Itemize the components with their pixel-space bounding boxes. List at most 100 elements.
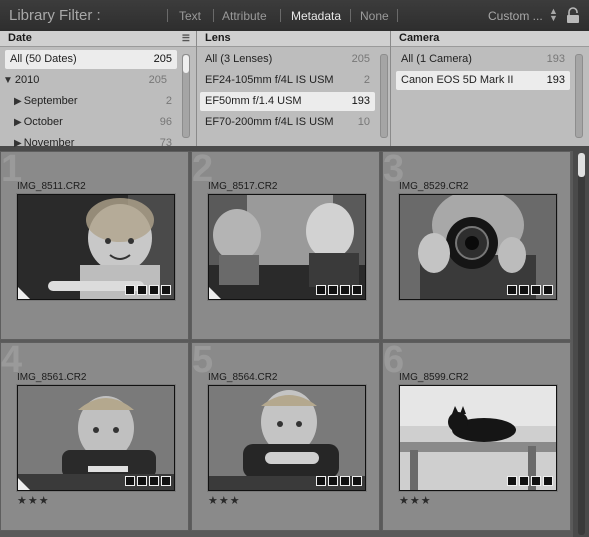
row-label: EF24-105mm f/4L IS USM (205, 74, 334, 86)
date-scrollbar[interactable] (182, 54, 190, 138)
stack-icon[interactable] (507, 285, 517, 295)
crop-icon[interactable] (149, 476, 159, 486)
filter-preset-select[interactable]: Custom ... (488, 9, 543, 23)
date-row-2010[interactable]: ▼ 2010 205 (0, 71, 172, 90)
row-label: All (50 Dates) (10, 53, 77, 65)
grid-cell[interactable]: 3 IMG_8529.CR2 (382, 151, 571, 340)
stack-icon[interactable] (316, 476, 326, 486)
grid-cell[interactable]: 1 IMG_8511.CR2 (0, 151, 189, 340)
scrollbar-thumb[interactable] (183, 55, 189, 73)
crop-icon[interactable] (531, 476, 541, 486)
crop-icon[interactable] (149, 285, 159, 295)
stack-icon[interactable] (125, 285, 135, 295)
develop-icon[interactable] (352, 476, 362, 486)
scrollbar-thumb[interactable] (578, 153, 585, 177)
keyword-icon[interactable] (328, 476, 338, 486)
library-filter-title: Library Filter : (9, 7, 101, 24)
camera-row-all[interactable]: All (1 Camera) 193 (396, 50, 570, 69)
lens-row-ef70-200[interactable]: EF70-200mm f/4L IS USM 10 (200, 113, 375, 132)
keyword-icon[interactable] (137, 285, 147, 295)
row-count: 193 (546, 74, 565, 86)
photo-child-hands (209, 386, 365, 490)
keyword-icon[interactable] (519, 285, 529, 295)
tab-metadata[interactable]: Metadata (291, 9, 341, 23)
row-count: 10 (357, 116, 370, 128)
cell-filename: IMG_8517.CR2 (208, 181, 278, 192)
row-label: Canon EOS 5D Mark II (401, 74, 514, 86)
triangle-right-icon[interactable]: ▶ (14, 117, 22, 128)
camera-scrollbar[interactable] (575, 54, 583, 138)
column-header-label: Lens (205, 32, 231, 44)
column-header-label: Camera (399, 32, 440, 44)
date-row-october[interactable]: ▶ October 96 (5, 113, 177, 132)
star-rating[interactable]: ★★★ (208, 494, 241, 507)
cell-filename: IMG_8561.CR2 (17, 372, 87, 383)
tab-separator (213, 9, 214, 22)
keyword-icon[interactable] (519, 476, 529, 486)
row-label: EF50mm f/1.4 USM (205, 95, 302, 107)
grid-scrollbar[interactable] (575, 151, 589, 537)
lock-icon[interactable] (566, 7, 580, 24)
crop-icon[interactable] (340, 285, 350, 295)
crop-icon[interactable] (340, 476, 350, 486)
triangle-down-icon[interactable]: ▼ (3, 75, 13, 86)
photo-thumbnail[interactable] (399, 194, 557, 300)
lens-row-all[interactable]: All (3 Lenses) 205 (200, 50, 375, 69)
photo-photographer-camera (400, 195, 556, 299)
develop-icon[interactable] (161, 476, 171, 486)
column-header-label: Date (8, 32, 32, 44)
date-row-september[interactable]: ▶ September 2 (5, 92, 177, 111)
grid-cell[interactable]: 6 IMG_8599.CR2 ★★★ (382, 342, 571, 531)
row-label: 2010 (14, 74, 40, 86)
camera-row-5d-mark-ii[interactable]: Canon EOS 5D Mark II 193 (396, 71, 570, 90)
photo-thumbnail[interactable] (399, 385, 557, 491)
row-count: 205 (148, 74, 167, 86)
photo-two-children-window (209, 195, 365, 299)
row-count: 96 (159, 116, 172, 128)
row-label: September (23, 95, 78, 107)
stack-icon[interactable] (507, 476, 517, 486)
stack-icon[interactable] (316, 285, 326, 295)
library-filter-bar: Library Filter : Text Attribute Metadata… (0, 0, 589, 32)
grid-cell[interactable]: 2 IMG_8517.CR2 (191, 151, 380, 340)
row-label: All (1 Camera) (401, 53, 472, 65)
scrollbar-track[interactable] (578, 153, 585, 535)
develop-icon[interactable] (161, 285, 171, 295)
star-rating[interactable]: ★★★ (17, 494, 50, 507)
triangle-right-icon[interactable]: ▶ (14, 96, 22, 107)
photo-thumbnail[interactable] (17, 385, 175, 491)
lens-row-ef50[interactable]: EF50mm f/1.4 USM 193 (200, 92, 375, 111)
grid-cell[interactable]: 4 IMG_8561.CR2 ★★★ (0, 342, 189, 531)
column-header[interactable]: Date ☰ (0, 31, 196, 47)
stack-icon[interactable] (125, 476, 135, 486)
row-count: 2 (165, 95, 172, 107)
crop-icon[interactable] (531, 285, 541, 295)
tab-separator (280, 9, 281, 22)
tab-none[interactable]: None (360, 9, 389, 23)
photo-thumbnail[interactable] (17, 194, 175, 300)
grid-cell[interactable]: 5 IMG_8564.CR2 ★★★ (191, 342, 380, 531)
preset-updown-icon[interactable]: ▲ ▼ (549, 7, 558, 23)
photo-grid: 1 IMG_8511.CR2 2 IMG_8517.CR2 3 IMG_8529… (0, 151, 573, 537)
photo-thumbnail[interactable] (208, 385, 366, 491)
row-label: All (3 Lenses) (205, 53, 273, 65)
develop-icon[interactable] (543, 476, 553, 486)
cell-filename: IMG_8511.CR2 (17, 181, 86, 192)
sort-icon[interactable]: ☰ (182, 33, 190, 44)
lens-scrollbar[interactable] (380, 54, 388, 138)
triangle-right-icon[interactable]: ▶ (14, 138, 22, 149)
develop-icon[interactable] (543, 285, 553, 295)
corner-badge (18, 287, 30, 299)
photo-thumbnail[interactable] (208, 194, 366, 300)
column-header[interactable]: Camera (391, 31, 589, 47)
date-row-all[interactable]: All (50 Dates) 205 (5, 50, 177, 69)
keyword-icon[interactable] (137, 476, 147, 486)
star-rating[interactable]: ★★★ (399, 494, 432, 507)
tab-text[interactable]: Text (179, 9, 201, 23)
tab-attribute[interactable]: Attribute (222, 9, 267, 23)
column-header[interactable]: Lens (197, 31, 390, 47)
metadata-filter-panel: Date ☰ All (50 Dates) 205 ▼ 2010 205 ▶ Sep… (0, 31, 589, 149)
lens-row-ef24-105[interactable]: EF24-105mm f/4L IS USM 2 (200, 71, 375, 90)
develop-icon[interactable] (352, 285, 362, 295)
keyword-icon[interactable] (328, 285, 338, 295)
